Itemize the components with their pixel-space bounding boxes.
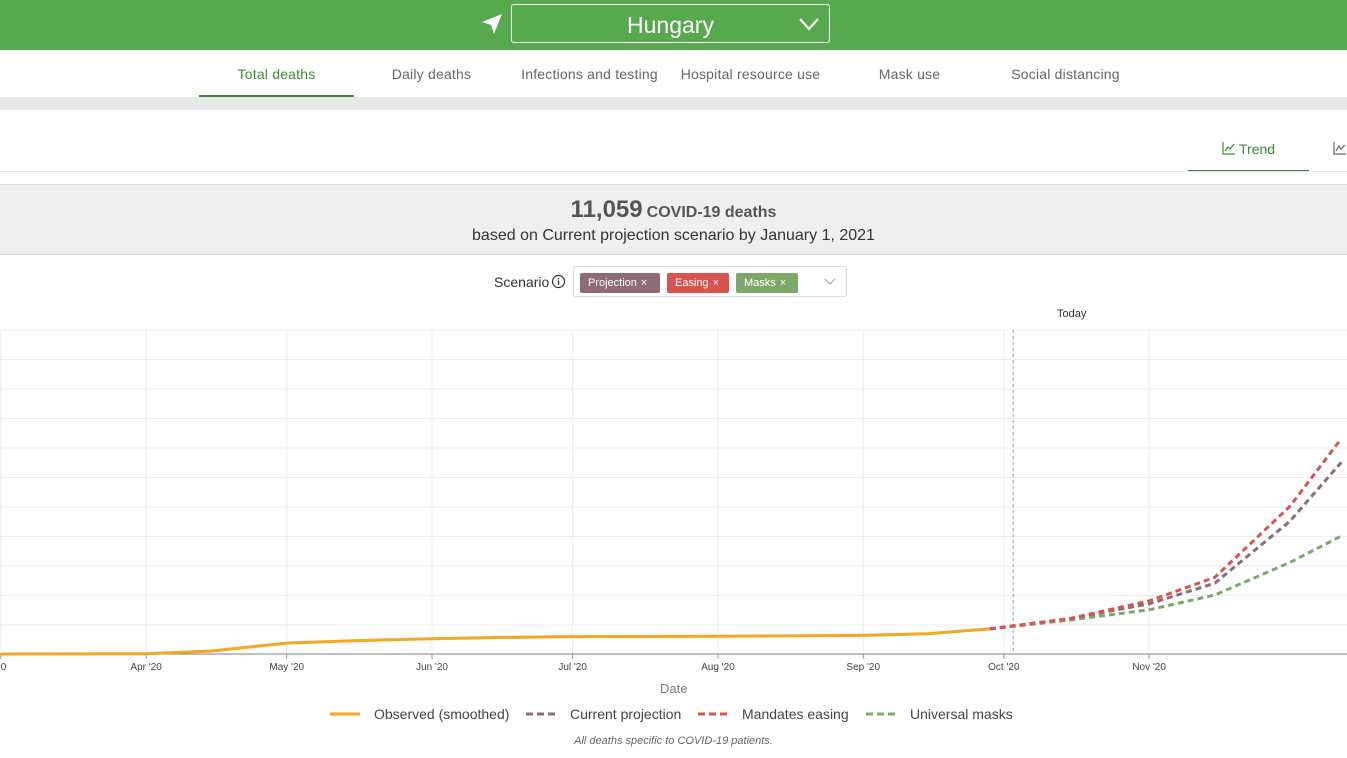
location-bar: Hungary [0, 0, 1347, 50]
remove-icon[interactable]: × [713, 277, 719, 289]
legend-swatch-dashed [526, 712, 556, 716]
tab-social-distancing[interactable]: Social distancing [988, 66, 1143, 82]
view-tab-trend[interactable]: Trend [1188, 140, 1309, 160]
series-line-observed-smoothed [0, 627, 990, 656]
x-tick-label: Jul '20 [558, 662, 587, 673]
x-tick-label: Jun '20 [416, 662, 448, 673]
x-tick-label: Nov '20 [1132, 662, 1166, 673]
chevron-down-icon [824, 278, 836, 285]
death-count-label: COVID-19 deaths [646, 204, 777, 221]
series-line-current-projection [989, 461, 1343, 631]
location-dropdown[interactable]: Hungary [511, 4, 830, 43]
x-tick-label: Apr '20 [130, 662, 162, 673]
view-tabs-divider [0, 171, 1347, 172]
x-tick-label: 20 [0, 662, 7, 673]
summary-subtitle: based on Current projection scenario by … [472, 227, 875, 244]
location-name: Hungary [627, 12, 714, 38]
scenario-chip-label: Easing [675, 277, 709, 289]
x-tick-label: Sep '20 [846, 662, 880, 673]
area-chart-icon[interactable] [1333, 141, 1347, 155]
today-label: Today [1057, 308, 1087, 320]
chart-footnote: All deaths specific to COVID-19 patients… [574, 735, 773, 747]
legend-universal-masks[interactable]: Universal masks [866, 706, 1026, 722]
legend-label: Universal masks [910, 706, 1013, 722]
scenario-label: Scenario [494, 274, 550, 290]
scenario-chip-projection: Projection × [580, 273, 660, 293]
series-line-mandates-easing [989, 437, 1343, 631]
legend-swatch-dashed [866, 712, 896, 716]
navigation-arrow-icon[interactable] [480, 12, 504, 36]
scenario-chip-masks: Masks × [736, 273, 798, 293]
remove-icon[interactable]: × [641, 277, 647, 289]
legend-observed[interactable]: Observed (smoothed) [330, 706, 520, 722]
line-chart-icon [1222, 142, 1235, 155]
metric-tabs: Total deaths Daily deaths Infections and… [0, 50, 1347, 98]
death-count: 11,059 [570, 196, 643, 223]
section-divider [0, 97, 1347, 110]
x-tick-label: Aug '20 [701, 662, 735, 673]
remove-icon[interactable]: × [780, 277, 786, 289]
x-tick-label: Oct '20 [988, 662, 1020, 673]
chevron-down-icon [799, 18, 819, 31]
tab-hospital-resource-use[interactable]: Hospital resource use [673, 66, 828, 82]
tab-daily-deaths[interactable]: Daily deaths [354, 66, 509, 82]
x-tick-label: May '20 [269, 662, 304, 673]
legend-mandates-easing[interactable]: Mandates easing [698, 706, 858, 722]
x-axis-title: Date [660, 681, 688, 696]
legend-label: Current projection [570, 706, 682, 722]
summary-panel: 11,059 COVID-19 deaths based on Current p… [0, 184, 1347, 255]
tab-mask-use[interactable]: Mask use [832, 66, 987, 82]
scenario-select[interactable]: Projection × Easing × Masks × [573, 266, 847, 297]
legend-label: Observed (smoothed) [374, 706, 510, 722]
scenario-chip-label: Masks [744, 277, 776, 289]
deaths-trend-chart: 20 Apr '20 May '20 Jun '20 Jul '20 Aug '20 Sep… [0, 329, 1347, 673]
tab-infections-testing[interactable]: Infections and testing [512, 66, 667, 82]
legend-swatch-dashed [698, 712, 728, 716]
summary-headline: 11,059 COVID-19 deaths [0, 196, 1347, 224]
tab-total-deaths[interactable]: Total deaths [199, 66, 354, 82]
scenario-chip-label: Projection [588, 277, 637, 289]
view-tab-trend-label: Trend [1239, 141, 1276, 157]
legend-label: Mandates easing [742, 706, 849, 722]
legend-current-projection[interactable]: Current projection [526, 706, 696, 722]
info-icon[interactable] [551, 274, 566, 289]
series-line-universal-masks [989, 534, 1342, 631]
legend-swatch-solid [330, 712, 360, 716]
scenario-chip-easing: Easing × [667, 273, 729, 293]
